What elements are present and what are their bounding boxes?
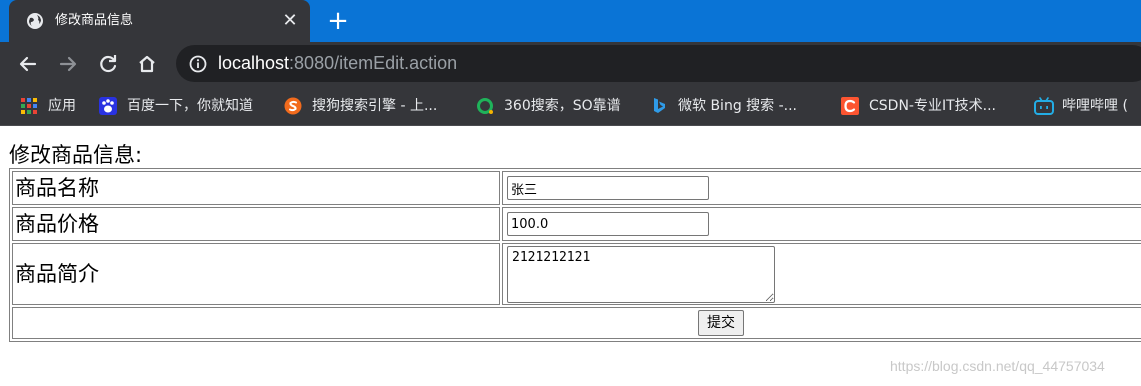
bilibili-icon [1034,97,1054,115]
forward-arrow-icon[interactable] [54,50,82,78]
submit-cell: 提交 [12,307,1141,339]
bookmark-label: 360搜索，SO靠谱 [504,98,621,114]
page-title: 修改商品信息: [9,143,143,167]
value-cell [502,171,1141,205]
browser-toolbar: localhost:8080/itemEdit.action [0,42,1141,86]
tab-strip: 修改商品信息 ✕ + [0,0,1141,42]
item-detail-textarea[interactable]: 2121212121 [507,245,775,303]
bookmarks-bar: 应用 百度一下，你就知道 搜狗搜索引擎 - 上... 360搜索，SO靠谱 微软… [0,86,1141,126]
back-arrow-icon[interactable] [14,50,42,78]
csdn-icon [841,97,859,115]
value-cell: 2121212121 [502,243,1141,305]
bookmark-label: CSDN-专业IT技术... [869,98,996,114]
field-label-price: 商品价格 [15,212,99,236]
item-edit-form: 商品名称 商品价格 商品简介 2121212121 提交 [9,168,1141,342]
bookmark-label: 搜狗搜索引擎 - 上... [312,98,438,114]
bookmark-label: 微软 Bing 搜索 -... [678,98,798,114]
watermark-text: https://blog.csdn.net/qq_44757034 [890,358,1105,374]
home-icon[interactable] [133,50,161,78]
reload-icon[interactable] [94,50,122,78]
item-name-input[interactable] [507,176,709,200]
so360-icon [476,97,494,115]
tab-close-icon[interactable]: ✕ [280,11,300,31]
bookmark-label: 哔哩哔哩 ( [1062,98,1128,114]
url-host: localhost [218,53,290,73]
tab-title: 修改商品信息 [55,13,134,28]
submit-button[interactable]: 提交 [698,310,744,336]
table-row: 提交 [12,307,1141,339]
table-row: 商品简介 2121212121 [12,243,1141,305]
new-tab-button[interactable]: + [326,8,350,34]
table-row: 商品价格 [12,207,1141,241]
info-icon[interactable] [189,55,207,73]
url-text[interactable]: localhost:8080/itemEdit.action [218,52,457,74]
field-label-detail: 商品简介 [15,262,99,286]
sogou-icon [284,97,302,115]
label-cell: 商品名称 [12,171,500,205]
field-label-name: 商品名称 [15,176,99,200]
globe-icon [26,12,44,30]
address-bar[interactable]: localhost:8080/itemEdit.action [176,45,1141,82]
label-cell: 商品简介 [12,243,500,305]
url-path: :8080/itemEdit.action [289,53,458,73]
bookmark-label: 应用 [48,98,76,114]
bookmark-label: 百度一下，你就知道 [127,98,253,114]
baidu-icon [99,97,117,115]
apps-grid-icon [20,97,38,115]
bing-icon [650,97,668,115]
table-row: 商品名称 [12,171,1141,205]
item-price-input[interactable] [507,212,709,236]
page-content: 修改商品信息: 商品名称 商品价格 商品简介 2121212121 提交 [0,127,1141,386]
browser-tab[interactable]: 修改商品信息 ✕ [9,0,310,42]
label-cell: 商品价格 [12,207,500,241]
value-cell [502,207,1141,241]
